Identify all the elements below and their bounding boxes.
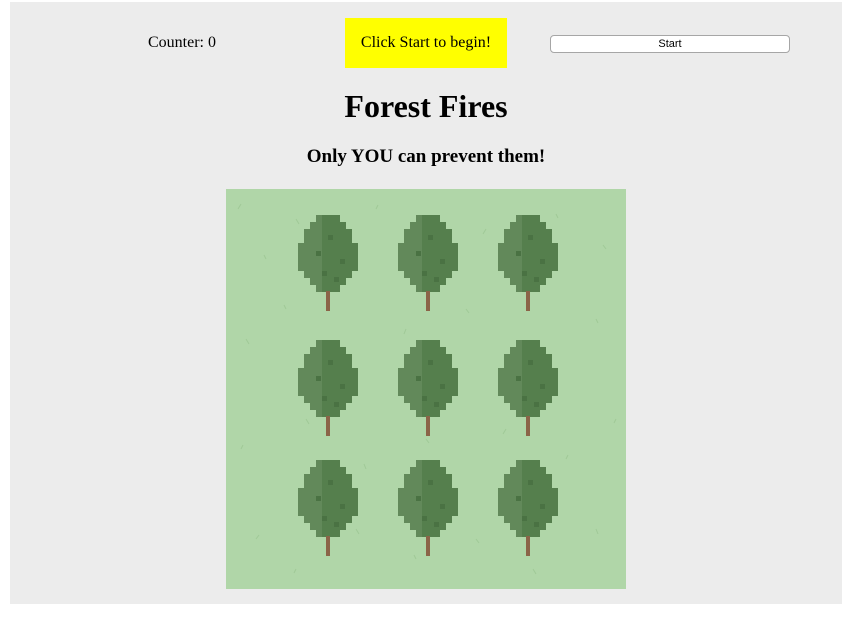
start-button[interactable]: Start (550, 35, 790, 53)
counter-label: Counter: 0 (148, 34, 216, 51)
page-title: Forest Fires (344, 88, 508, 124)
forest-board[interactable] (226, 189, 626, 589)
tree-cell-1[interactable] (298, 215, 358, 311)
page-subtitle: Only YOU can prevent them! (306, 146, 546, 167)
tree-cell-9[interactable] (498, 460, 558, 556)
tree-cell-8[interactable] (398, 460, 458, 556)
tree-cell-5[interactable] (398, 340, 458, 436)
status-message: Click Start to begin! (345, 18, 507, 68)
tree-cell-4[interactable] (298, 340, 358, 436)
tree-cell-2[interactable] (398, 215, 458, 311)
tree-cell-6[interactable] (498, 340, 558, 436)
tree-cell-7[interactable] (298, 460, 358, 556)
tree-cell-3[interactable] (498, 215, 558, 311)
